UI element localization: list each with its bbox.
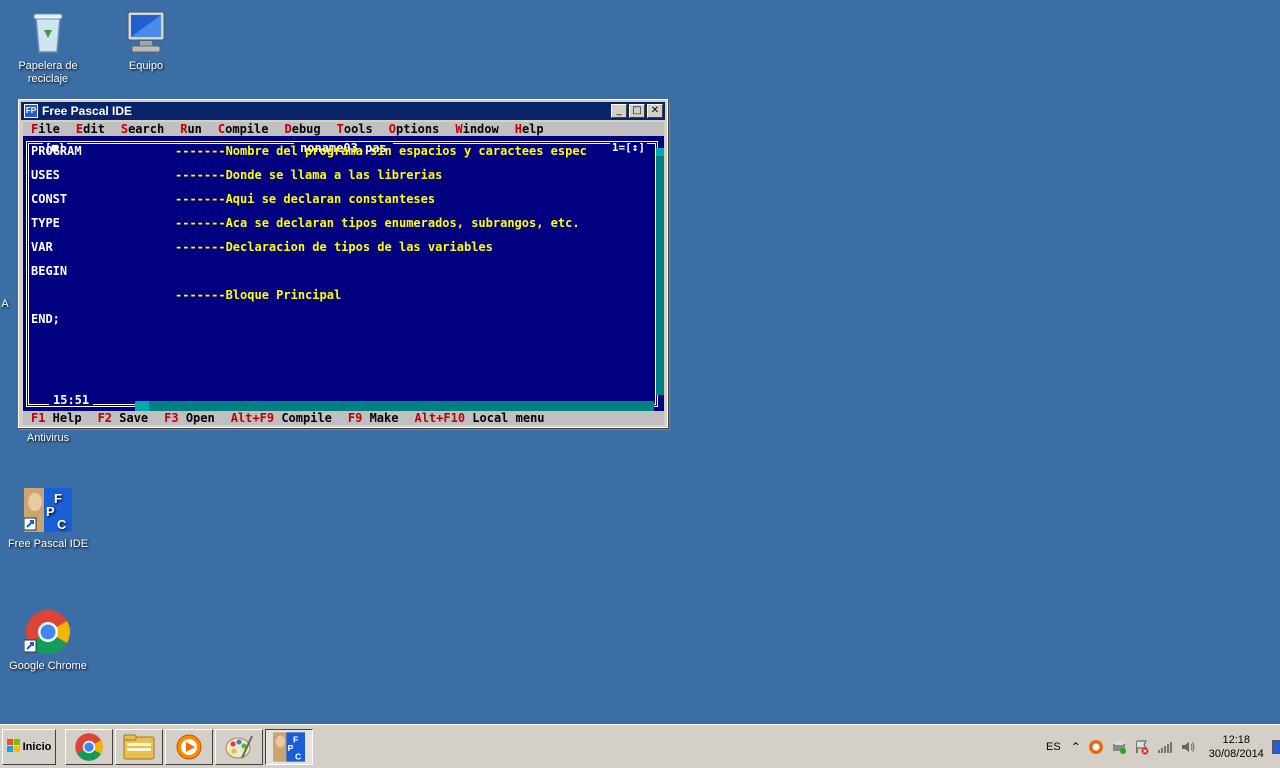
paint-icon [225,735,253,759]
status-f2-save[interactable]: F2 Save [98,411,149,425]
recycle-bin-icon [24,8,72,56]
status-alt-f9-compile[interactable]: Alt+F9 Compile [231,411,332,425]
svg-text:F: F [54,491,62,506]
chrome-icon [75,733,103,761]
scroll-thumb[interactable] [656,148,664,156]
desktop-icon-label: Papelera de reciclaje [18,60,78,85]
free-pascal-icon: F P C [23,486,72,534]
desktop-icon-label: Free Pascal IDE [7,538,89,550]
taskbar-paint[interactable] [215,729,263,765]
free-pascal-window: FP Free Pascal IDE _ □ ✕ File Edit Searc… [18,99,668,428]
desktop-icon-free-pascal[interactable]: F P C Free Pascal IDE [3,486,93,551]
taskbar: Inicio F P C ES ⌃ 12:18 30/08/2014 [0,724,1280,768]
taskbar-media-player[interactable] [165,729,213,765]
folder-icon [123,734,155,760]
status-f3-open[interactable]: F3 Open [164,411,215,425]
taskbar-free-pascal[interactable]: F P C [265,729,313,765]
menu-tools[interactable]: Tools [337,122,373,136]
clock-time: 12:18 [1222,734,1251,746]
chrome-icon [23,608,72,656]
desktop-icon-google-chrome[interactable]: Google Chrome [3,608,93,673]
menu-bar: File Edit Search Run Compile Debug Tools… [23,122,664,136]
media-player-icon [176,734,202,760]
clock[interactable]: 12:18 30/08/2014 [1209,733,1264,761]
free-pascal-icon: F P C [273,732,305,762]
maximize-button[interactable]: □ [629,104,645,118]
svg-text:C: C [57,517,67,532]
menu-debug[interactable]: Debug [284,122,320,136]
volume-icon[interactable] [1180,739,1196,755]
printer-tray-icon[interactable] [1111,739,1127,755]
start-button[interactable]: Inicio [2,729,56,765]
desktop-icon-label: Equipo [128,60,164,72]
menu-help[interactable]: Help [515,122,544,136]
editor-window-number[interactable]: 1=[↕] [609,142,647,154]
svg-text:F: F [293,734,298,744]
vertical-scrollbar[interactable] [656,148,664,395]
menu-edit[interactable]: Edit [76,122,105,136]
ide-console: File Edit Search Run Compile Debug Tools… [23,122,664,425]
status-f9-make[interactable]: F9 Make [348,411,399,425]
language-indicator[interactable]: ES [1046,741,1061,753]
window-title: Free Pascal IDE [42,104,133,118]
menu-run[interactable]: Run [180,122,202,136]
free-pascal-app-icon: FP [24,104,38,118]
svg-text:C: C [295,752,302,762]
desktop-icon-recycle-bin[interactable]: Papelera de reciclaje [3,8,93,86]
menu-options[interactable]: Options [389,122,440,136]
show-hidden-icons-icon[interactable]: ⌃ [1071,739,1081,755]
menu-window[interactable]: Window [455,122,498,136]
clock-date: 30/08/2014 [1208,748,1264,760]
start-label: Inicio [22,741,52,753]
status-f1-help[interactable]: F1 Help [31,411,82,425]
antivirus-tray-icon[interactable] [1088,739,1104,755]
title-bar[interactable]: FP Free Pascal IDE _ □ ✕ [21,102,665,120]
desktop-icon-label: Google Chrome [9,660,87,672]
minimize-button[interactable]: _ [611,104,627,118]
close-button[interactable]: ✕ [647,104,663,118]
svg-text:P: P [288,743,294,753]
windows-logo-icon [6,738,21,756]
show-desktop-button[interactable] [1271,740,1280,754]
svg-text:P: P [46,504,55,519]
editor-window[interactable]: [■] noname03.pas 1=[↕] 15:51 PROGRAM ----… [23,136,664,411]
status-alt-f10-local-menu[interactable]: Alt+F10 Local menu [414,411,544,425]
taskbar-explorer[interactable] [115,729,163,765]
desktop-icon-computer[interactable]: Equipo [101,8,191,73]
taskbar-chrome[interactable] [65,729,113,765]
menu-search[interactable]: Search [121,122,164,136]
action-center-icon[interactable] [1134,739,1150,755]
cursor-position: 15:51 [49,394,94,406]
computer-icon [122,8,170,56]
horizontal-scrollbar[interactable] [135,401,654,411]
menu-file[interactable]: File [31,122,60,136]
scroll-thumb[interactable] [135,401,149,411]
network-signal-icon[interactable] [1157,739,1173,755]
status-bar: F1 Help F2 Save F3 Open Alt+F9 Compile F… [23,411,664,425]
desktop-icon-label: Antivirus [26,432,70,444]
menu-compile[interactable]: Compile [218,122,269,136]
system-tray: ES ⌃ 12:18 30/08/2014 [1042,729,1280,765]
